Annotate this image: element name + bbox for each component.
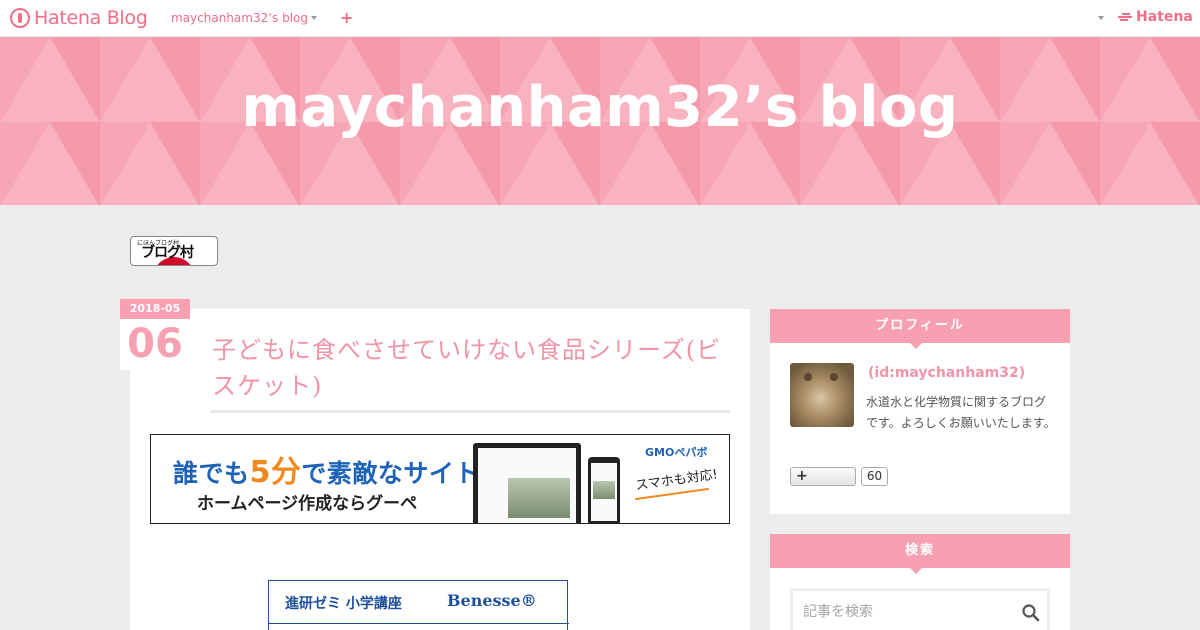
blog-switcher[interactable]: maychanham32’s blog	[171, 11, 318, 25]
ad-headline-post: で素敵なサイト	[301, 459, 480, 488]
profile-id-link[interactable]: (id:maychanham32)	[868, 365, 1025, 381]
entry-date[interactable]: 2018-05 06	[120, 299, 190, 370]
benesse-ad-banner[interactable]: 進研ゼミ 小学講座 Benesse®	[268, 580, 569, 630]
hatena-logo-label: Hatena	[1136, 9, 1193, 25]
ad-headline: 誰でも5分で素敵なサイト	[173, 447, 480, 491]
search-box	[790, 588, 1050, 630]
blogmura-label: ブログ村	[141, 245, 194, 261]
blog-switcher-label: maychanham32’s blog	[171, 11, 309, 25]
hatena-blog-home-link[interactable]: Hatena Blog	[10, 6, 148, 30]
hatena-blog-logo-icon	[10, 8, 30, 28]
search-icon[interactable]	[1021, 603, 1041, 623]
hatena-mark-icon	[1118, 12, 1132, 22]
profile-description: 水道水と化学物質に関するブログです。よろしくお願いいたします。	[866, 395, 1056, 430]
new-entry-button[interactable]: +	[340, 8, 353, 27]
global-header-bar: Hatena Blog maychanham32’s blog + Hatena	[0, 0, 1200, 37]
avatar[interactable]	[790, 363, 854, 427]
search-module: 検索	[770, 534, 1070, 630]
profile-module-heading: プロフィール	[770, 309, 1070, 349]
ad-headline-number: 5分	[249, 455, 302, 490]
blog-title-link[interactable]: maychanham32’s blog	[0, 75, 1200, 140]
search-input[interactable]	[803, 601, 1003, 623]
entry-title-link[interactable]: 子どもに食べさせていけない食品シリーズ(ビスケット)	[212, 332, 737, 404]
subscribe-button[interactable]: +	[790, 467, 856, 486]
ad2-text: 進研ゼミ 小学講座	[285, 596, 402, 612]
ad-headline-pre: 誰でも	[173, 459, 250, 488]
ad-brand-logo: GMOペパボ	[645, 446, 708, 459]
profile-module: プロフィール (id:maychanham32) 水道水と化学物質に関するブログ…	[770, 309, 1070, 514]
subscriber-count[interactable]: 60	[861, 467, 888, 486]
benesse-logo: Benesse®	[447, 591, 537, 610]
goope-ad-banner[interactable]: 誰でも5分で素敵なサイト ホームページ作成ならグーペ GMOペパボ スマホも対応…	[150, 434, 730, 524]
ad-subline: ホームページ作成ならグーペ	[197, 494, 418, 514]
user-menu-chevron-icon[interactable]	[1098, 16, 1104, 20]
ad2-divider	[269, 623, 569, 624]
title-divider	[210, 410, 730, 413]
entry-date-year-month: 2018-05	[120, 299, 190, 319]
phone-mockup-image	[588, 457, 620, 523]
blogmura-banner[interactable]: にほんブログ村 ブログ村	[130, 236, 218, 266]
brand-label: Hatena Blog	[34, 7, 148, 29]
blog-header: maychanham32’s blog	[0, 37, 1200, 205]
hatena-logo-link[interactable]: Hatena	[1118, 9, 1193, 25]
entry-date-day: 06	[127, 321, 183, 367]
search-module-heading: 検索	[770, 534, 1070, 574]
chevron-down-icon	[311, 16, 318, 20]
laptop-mockup-image	[473, 443, 581, 523]
